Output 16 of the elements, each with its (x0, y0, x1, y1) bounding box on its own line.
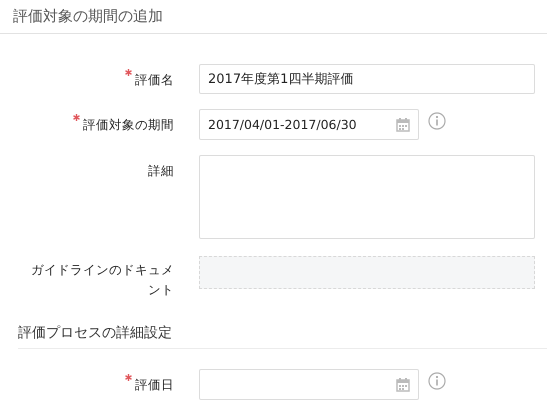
date-field[interactable]: 2017/04/01-2017/06/30 (199, 109, 419, 140)
info-icon[interactable] (428, 112, 446, 130)
info-icon[interactable] (428, 372, 446, 390)
field-label: 評価対象の期間 (83, 116, 174, 134)
field-label: 評価名 (135, 71, 174, 89)
section-title: 評価プロセスの詳細設定 (18, 324, 172, 342)
page-title: 評価対象の期間の追加 (13, 7, 163, 26)
field-label: ガイドラインのドキュメント (30, 261, 174, 299)
field-label: 評価日 (135, 376, 174, 394)
upload-area[interactable] (199, 256, 535, 289)
details-textarea[interactable] (199, 155, 535, 239)
date-field[interactable] (199, 369, 419, 400)
field-label: 詳細 (148, 162, 174, 180)
calendar-icon[interactable] (396, 118, 410, 132)
text-field[interactable]: 2017年度第1四半期評価 (199, 64, 535, 94)
calendar-icon[interactable] (396, 378, 410, 392)
